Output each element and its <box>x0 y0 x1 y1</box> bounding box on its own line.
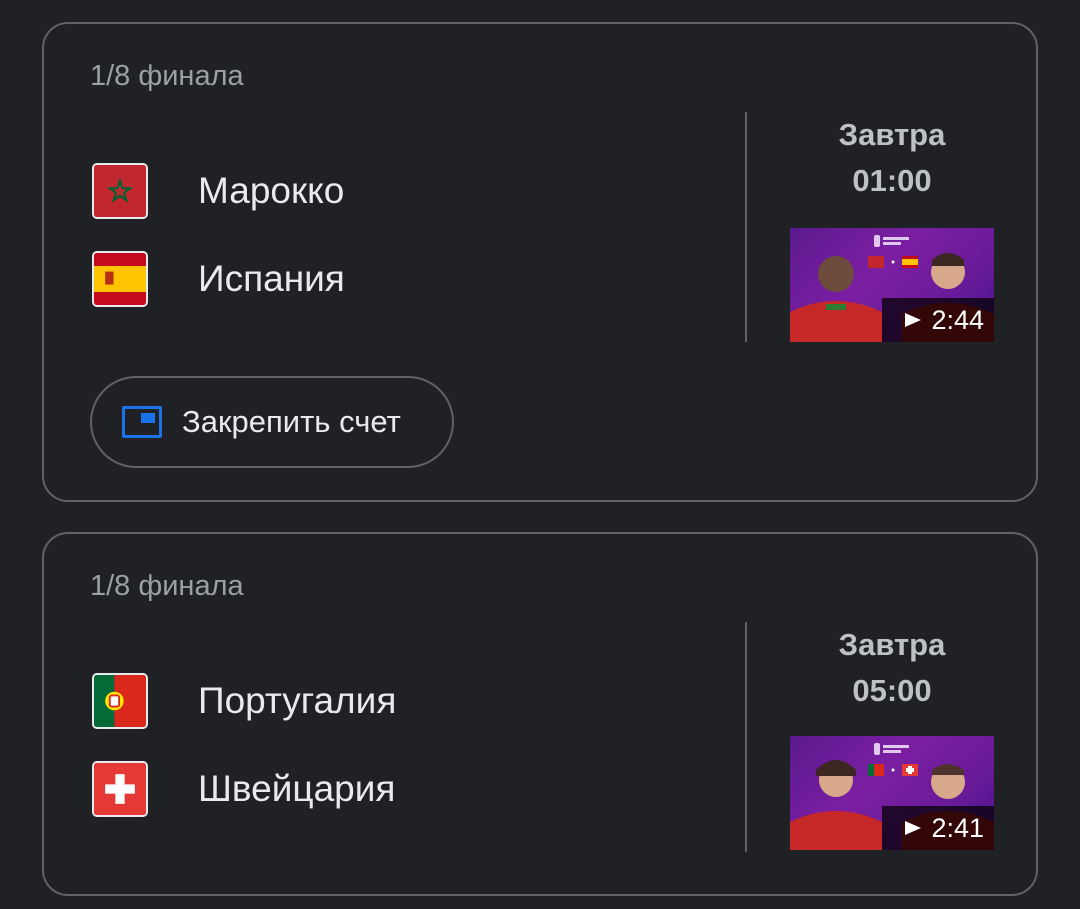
play-icon <box>905 313 922 327</box>
player-image <box>790 760 882 850</box>
morocco-flag-icon <box>92 163 148 219</box>
team-row-away[interactable]: Швейцария <box>92 760 395 818</box>
match-card[interactable]: 1/8 финала Марокко Испания Завтра 01:00 <box>42 22 1038 502</box>
match-time-block: Завтра 01:00 <box>792 112 992 204</box>
match-stage: 1/8 финала <box>90 60 244 92</box>
match-card[interactable]: 1/8 финала Португалия Швейцария Завтра 0… <box>42 532 1038 896</box>
match-time: 05:00 <box>852 673 932 708</box>
picture-in-picture-icon <box>122 406 162 438</box>
match-time: 01:00 <box>852 163 932 198</box>
match-day: Завтра <box>838 627 946 662</box>
spain-flag-icon <box>92 251 148 307</box>
play-icon <box>905 821 922 835</box>
video-duration: 2:44 <box>882 298 994 342</box>
switzerland-flag-icon <box>92 761 148 817</box>
team-row-home[interactable]: Португалия <box>92 672 396 730</box>
team-name-home: Португалия <box>198 680 397 721</box>
highlight-video-thumbnail[interactable]: 2:44 <box>790 228 994 342</box>
match-time-block: Завтра 05:00 <box>792 622 992 714</box>
team-name-away: Швейцария <box>198 768 396 809</box>
divider <box>745 112 747 342</box>
pin-score-label: Закрепить счет <box>182 404 401 439</box>
match-day: Завтра <box>838 117 946 152</box>
team-row-away[interactable]: Испания <box>92 250 345 308</box>
highlight-video-thumbnail[interactable]: 2:41 <box>790 736 994 850</box>
video-duration-label: 2:44 <box>931 304 984 335</box>
video-duration-label: 2:41 <box>931 812 984 843</box>
video-duration: 2:41 <box>882 806 994 850</box>
pin-score-button[interactable]: Закрепить счет <box>90 376 454 468</box>
team-row-home[interactable]: Марокко <box>92 162 344 220</box>
team-name-away: Испания <box>198 258 345 299</box>
portugal-flag-icon <box>92 673 148 729</box>
match-stage: 1/8 финала <box>90 570 244 602</box>
team-name-home: Марокко <box>198 170 345 211</box>
divider <box>745 622 747 852</box>
player-image <box>790 256 882 342</box>
